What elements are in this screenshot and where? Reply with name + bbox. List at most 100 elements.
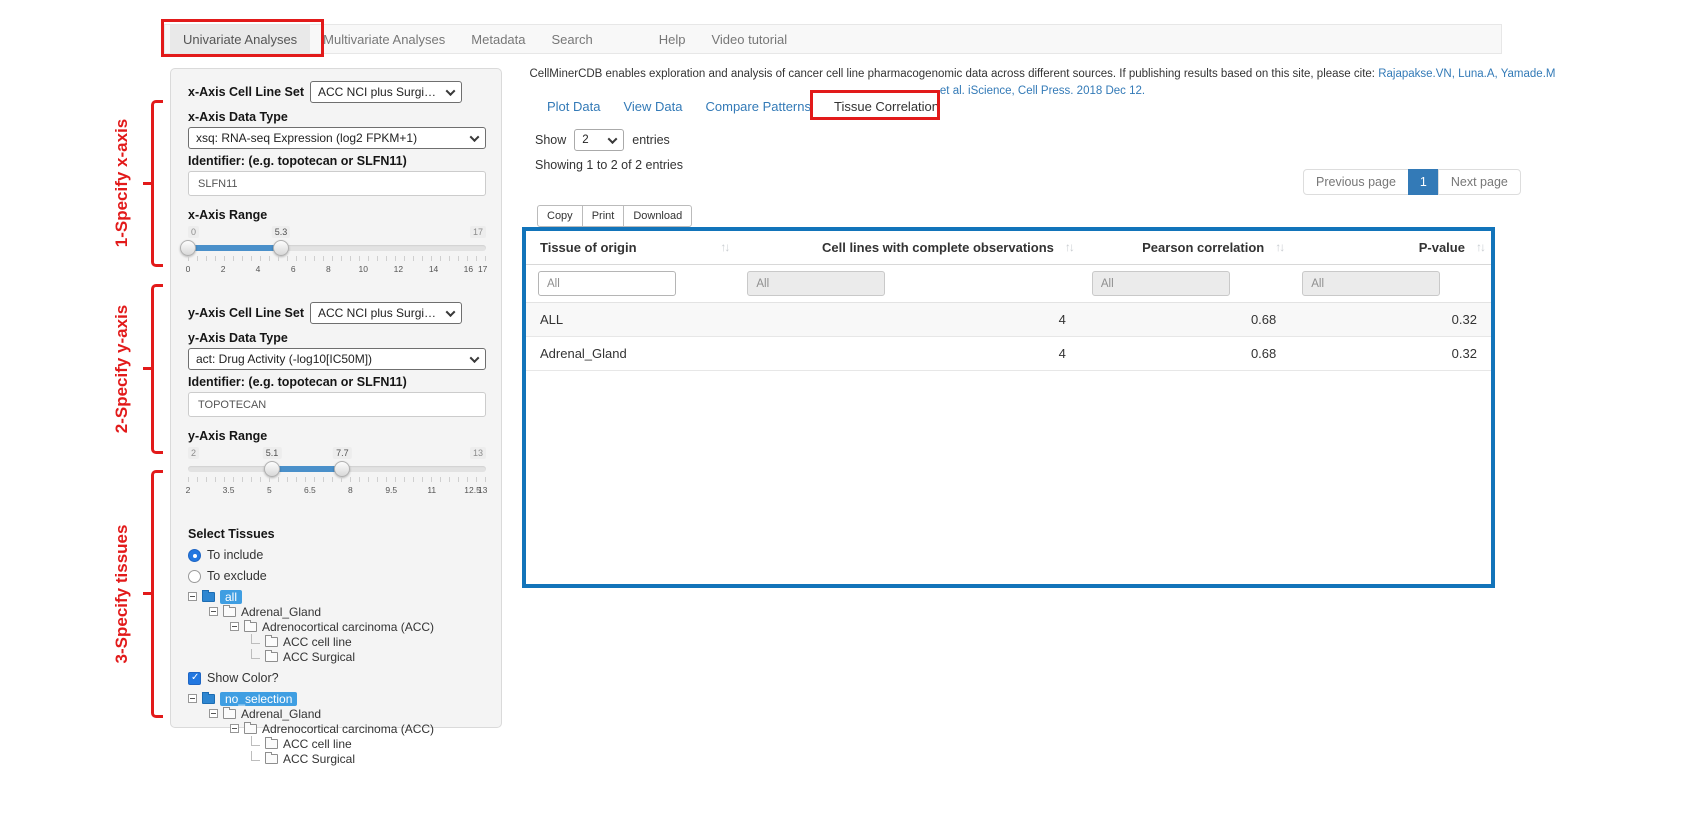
tree-node-label: ACC Surgical: [283, 650, 355, 664]
print-button[interactable]: Print: [582, 205, 625, 227]
show-color-checkbox-row[interactable]: Show Color?: [188, 671, 484, 685]
tree-node-acc-carcinoma[interactable]: Adrenocortical carcinoma (ACC): [188, 619, 484, 634]
folder-icon: [202, 592, 215, 602]
nav-help[interactable]: Help: [646, 25, 699, 53]
radio-to-exclude-label: To exclude: [207, 569, 267, 583]
tab-view-data[interactable]: View Data: [623, 99, 682, 114]
tissue-tree-include: all Adrenal_Gland Adrenocortical carcino…: [188, 589, 484, 664]
tree-node-acc-carcinoma[interactable]: Adrenocortical carcinoma (ACC): [188, 721, 484, 736]
slider-tick: 4: [256, 264, 261, 274]
tree-node-acc-cell-line[interactable]: ACC cell line: [188, 736, 484, 751]
collapse-icon[interactable]: [209, 607, 218, 616]
collapse-icon[interactable]: [209, 709, 218, 718]
show-label: Show: [535, 133, 566, 147]
cell-pearson: 0.68: [1080, 337, 1290, 370]
slider-grid: 0 2 4 6 8 10 12 14 16 17: [188, 256, 486, 276]
previous-page-button[interactable]: Previous page: [1303, 169, 1409, 195]
nav-video-tutorial[interactable]: Video tutorial: [698, 25, 800, 53]
column-header-cell-lines[interactable]: Cell lines with complete observations ↑↓: [735, 231, 1080, 264]
slider-tick: 11: [427, 485, 436, 495]
slider-tick: 2: [221, 264, 226, 274]
filter-p-value-input[interactable]: [1302, 271, 1440, 296]
tree-elbow-icon: [251, 736, 260, 746]
download-button[interactable]: Download: [623, 205, 692, 227]
folder-icon: [223, 709, 236, 719]
next-page-button[interactable]: Next page: [1438, 169, 1521, 195]
y-identifier-input[interactable]: [188, 392, 486, 417]
citation-authors-link[interactable]: Rajapakse.VN, Luna.A, Yamade.M: [1378, 68, 1555, 80]
folder-icon: [244, 724, 257, 734]
sort-icon[interactable]: ↑↓: [1476, 240, 1484, 254]
slider-handle-to[interactable]: [334, 461, 350, 477]
y-range-label: y-Axis Range: [188, 429, 484, 443]
entries-count-value: 2: [582, 134, 588, 146]
table-row[interactable]: Adrenal_Gland 4 0.68 0.32: [526, 337, 1491, 371]
tab-plot-data[interactable]: Plot Data: [547, 99, 600, 114]
table-filter-row: [526, 265, 1491, 303]
show-color-label: Show Color?: [207, 671, 279, 685]
radio-to-include-label: To include: [207, 548, 263, 562]
radio-to-include[interactable]: To include: [188, 548, 484, 562]
slider-handle-from[interactable]: [180, 240, 196, 256]
x-axis-range-slider[interactable]: 0 5.3 17 0 2 4 6 8 10 12 14 16 17: [188, 226, 486, 282]
citation-journal-link[interactable]: et al. iScience, Cell Press. 2018 Dec 12…: [520, 83, 1565, 100]
slider-handle-to[interactable]: [273, 240, 289, 256]
entries-count-select[interactable]: 2: [574, 129, 624, 151]
slider-tick: 14: [429, 264, 438, 274]
y-data-type-select[interactable]: act: Drug Activity (-log10[IC50M]): [188, 348, 486, 370]
annotation-bracket-x-axis: [151, 100, 163, 267]
nav-multivariate-analyses[interactable]: Multivariate Analyses: [310, 25, 458, 53]
nav-search[interactable]: Search: [539, 25, 606, 53]
x-identifier-input[interactable]: [188, 171, 486, 196]
table-row[interactable]: ALL 4 0.68 0.32: [526, 303, 1491, 337]
collapse-icon[interactable]: [188, 592, 197, 601]
sort-icon[interactable]: ↑↓: [1275, 240, 1283, 254]
tree-node-acc-cell-line[interactable]: ACC cell line: [188, 634, 484, 649]
slider-handle-from[interactable]: [264, 461, 280, 477]
page-1-button[interactable]: 1: [1408, 169, 1439, 195]
x-cell-line-set-select[interactable]: ACC NCI plus Surgical: [310, 81, 462, 103]
tree-node-adrenal-gland[interactable]: Adrenal_Gland: [188, 706, 484, 721]
sort-icon[interactable]: ↑↓: [1065, 240, 1073, 254]
collapse-icon[interactable]: [230, 622, 239, 631]
tree-node-label: Adrenal_Gland: [241, 707, 321, 721]
slider-tick: 3.5: [223, 485, 235, 495]
cell-p-value: 0.32: [1290, 303, 1491, 336]
column-header-pearson-correlation[interactable]: Pearson correlation ↑↓: [1080, 231, 1290, 264]
chevron-down-icon: [446, 86, 456, 96]
radio-unchecked-icon: [188, 570, 201, 583]
x-data-type-select[interactable]: xsq: RNA-seq Expression (log2 FPKM+1): [188, 127, 486, 149]
tab-compare-patterns[interactable]: Compare Patterns: [706, 99, 812, 114]
slider-tick: 2: [186, 485, 191, 495]
collapse-icon[interactable]: [188, 694, 197, 703]
filter-pearson-input[interactable]: [1092, 271, 1230, 296]
column-header-p-value[interactable]: P-value ↑↓: [1290, 231, 1491, 264]
radio-to-exclude[interactable]: To exclude: [188, 569, 484, 583]
filter-cell-lines-input[interactable]: [747, 271, 885, 296]
tree-node-all[interactable]: all: [188, 589, 484, 604]
tree-elbow-icon: [251, 751, 260, 761]
tree-node-adrenal-gland[interactable]: Adrenal_Gland: [188, 604, 484, 619]
chevron-down-icon: [470, 353, 480, 363]
column-header-tissue-of-origin[interactable]: Tissue of origin ↑↓: [526, 231, 735, 264]
tree-node-acc-surgical[interactable]: ACC Surgical: [188, 751, 484, 766]
chevron-down-icon: [470, 132, 480, 142]
tree-node-no-selection[interactable]: no_selection: [188, 691, 484, 706]
copy-button[interactable]: Copy: [537, 205, 583, 227]
column-header-label: P-value: [1419, 240, 1465, 255]
nav-metadata[interactable]: Metadata: [458, 25, 538, 53]
tree-node-label: all: [220, 590, 242, 604]
y-axis-range-slider[interactable]: 2 5.1 7.7 13 2 3.5 5 6.5 8 9.5 11 12.5 1…: [188, 447, 486, 503]
cell-tissue: ALL: [526, 303, 735, 336]
filter-tissue-input[interactable]: [538, 271, 676, 296]
collapse-icon[interactable]: [230, 724, 239, 733]
top-navbar: Univariate Analyses Multivariate Analyse…: [164, 24, 1502, 54]
slider-from-label: 5.1: [263, 447, 282, 459]
sort-icon[interactable]: ↑↓: [720, 240, 728, 254]
x-cell-line-set-label: x-Axis Cell Line Set: [188, 85, 304, 99]
show-entries-row: Show 2 entries: [535, 129, 670, 151]
slider-tick: 9.5: [385, 485, 397, 495]
chevron-down-icon: [608, 134, 618, 144]
y-cell-line-set-select[interactable]: ACC NCI plus Surgical: [310, 302, 462, 324]
tree-node-acc-surgical[interactable]: ACC Surgical: [188, 649, 484, 664]
